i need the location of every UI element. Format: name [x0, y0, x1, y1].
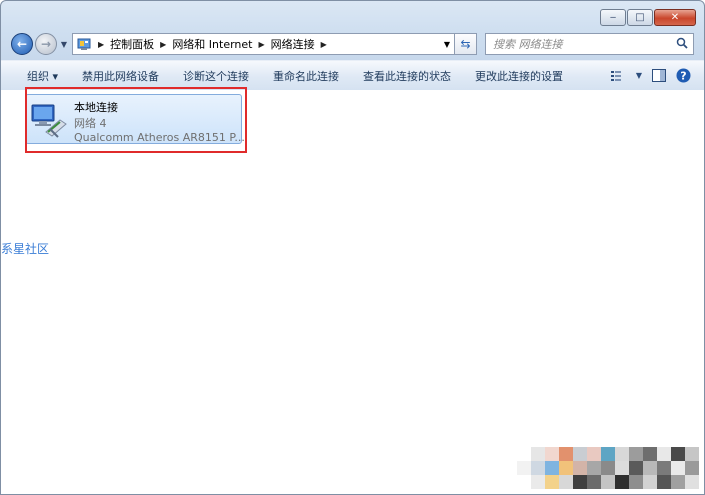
view-status-button[interactable]: 查看此连接的状态	[355, 65, 459, 87]
file-list-area[interactable]: 本地连接 网络 4 Qualcomm Atheros AR8151 P... 系…	[1, 87, 704, 494]
disable-device-button[interactable]: 禁用此网络设备	[74, 65, 167, 87]
window-controls: ‒ □ ✕	[600, 9, 696, 26]
chevron-right-icon[interactable]: ▶	[259, 40, 265, 49]
recent-pages-dropdown[interactable]: ▼	[59, 40, 69, 49]
search-icon[interactable]	[676, 37, 688, 52]
chevron-down-icon[interactable]: ▼	[634, 67, 644, 85]
diagnose-button[interactable]: 诊断这个连接	[175, 65, 257, 87]
maximize-button[interactable]: □	[627, 9, 653, 26]
address-dropdown-icon[interactable]: ▼	[440, 40, 454, 49]
connection-device: Qualcomm Atheros AR8151 P...	[74, 131, 245, 144]
view-options-icon[interactable]	[610, 67, 628, 85]
view-controls: ▼ ?	[610, 67, 704, 85]
refresh-button[interactable]: ⇆	[455, 33, 477, 55]
help-icon[interactable]: ?	[674, 67, 692, 85]
minimize-button[interactable]: ‒	[600, 9, 626, 26]
svg-text:?: ?	[680, 70, 686, 83]
forward-button[interactable]: →	[35, 33, 57, 55]
breadcrumb-network-connections[interactable]: 网络连接	[271, 36, 315, 52]
chevron-right-icon[interactable]: ▶	[321, 40, 327, 49]
command-bar: 组织 ▾ 禁用此网络设备 诊断这个连接 重命名此连接 查看此连接的状态 更改此连…	[1, 60, 704, 91]
network-adapter-icon	[30, 102, 70, 140]
connection-name: 本地连接	[74, 101, 118, 114]
watermark-text: 系星社区	[1, 242, 50, 256]
refresh-icon: ⇆	[460, 37, 471, 51]
back-button[interactable]: ←	[11, 33, 33, 55]
connection-network: 网络 4	[74, 117, 107, 130]
chevron-right-icon[interactable]: ▶	[160, 40, 166, 49]
preview-pane-icon[interactable]	[650, 67, 668, 85]
minimize-icon: ‒	[609, 12, 617, 23]
maximize-icon: □	[635, 12, 645, 23]
pixelated-watermark	[509, 439, 704, 494]
chevron-right-icon[interactable]: ▶	[98, 40, 104, 49]
address-bar[interactable]: ▶ 控制面板 ▶ 网络和 Internet ▶ 网络连接 ▶ ▼	[72, 33, 455, 55]
breadcrumb-control-panel[interactable]: 控制面板	[110, 36, 154, 52]
rename-button[interactable]: 重命名此连接	[265, 65, 347, 87]
explorer-window: ‒ □ ✕ ← → ▼ ▶ 控制面板 ▶ 网络和 Internet ▶ 网络连接…	[0, 0, 705, 495]
arrow-left-icon: ←	[16, 37, 28, 51]
close-button[interactable]: ✕	[654, 9, 696, 26]
navigation-row: ← → ▼ ▶ 控制面板 ▶ 网络和 Internet ▶ 网络连接 ▶ ▼ ⇆…	[11, 32, 694, 56]
close-icon: ✕	[670, 12, 680, 23]
search-box	[485, 33, 694, 55]
organize-menu[interactable]: 组织 ▾	[19, 65, 66, 87]
search-input[interactable]	[491, 36, 676, 52]
connection-item[interactable]: 本地连接 网络 4 Qualcomm Atheros AR8151 P...	[25, 94, 245, 144]
arrow-right-icon: →	[40, 37, 52, 51]
breadcrumb-network-internet[interactable]: 网络和 Internet	[172, 36, 252, 52]
change-settings-button[interactable]: 更改此连接的设置	[467, 65, 571, 87]
control-panel-icon	[76, 37, 92, 51]
